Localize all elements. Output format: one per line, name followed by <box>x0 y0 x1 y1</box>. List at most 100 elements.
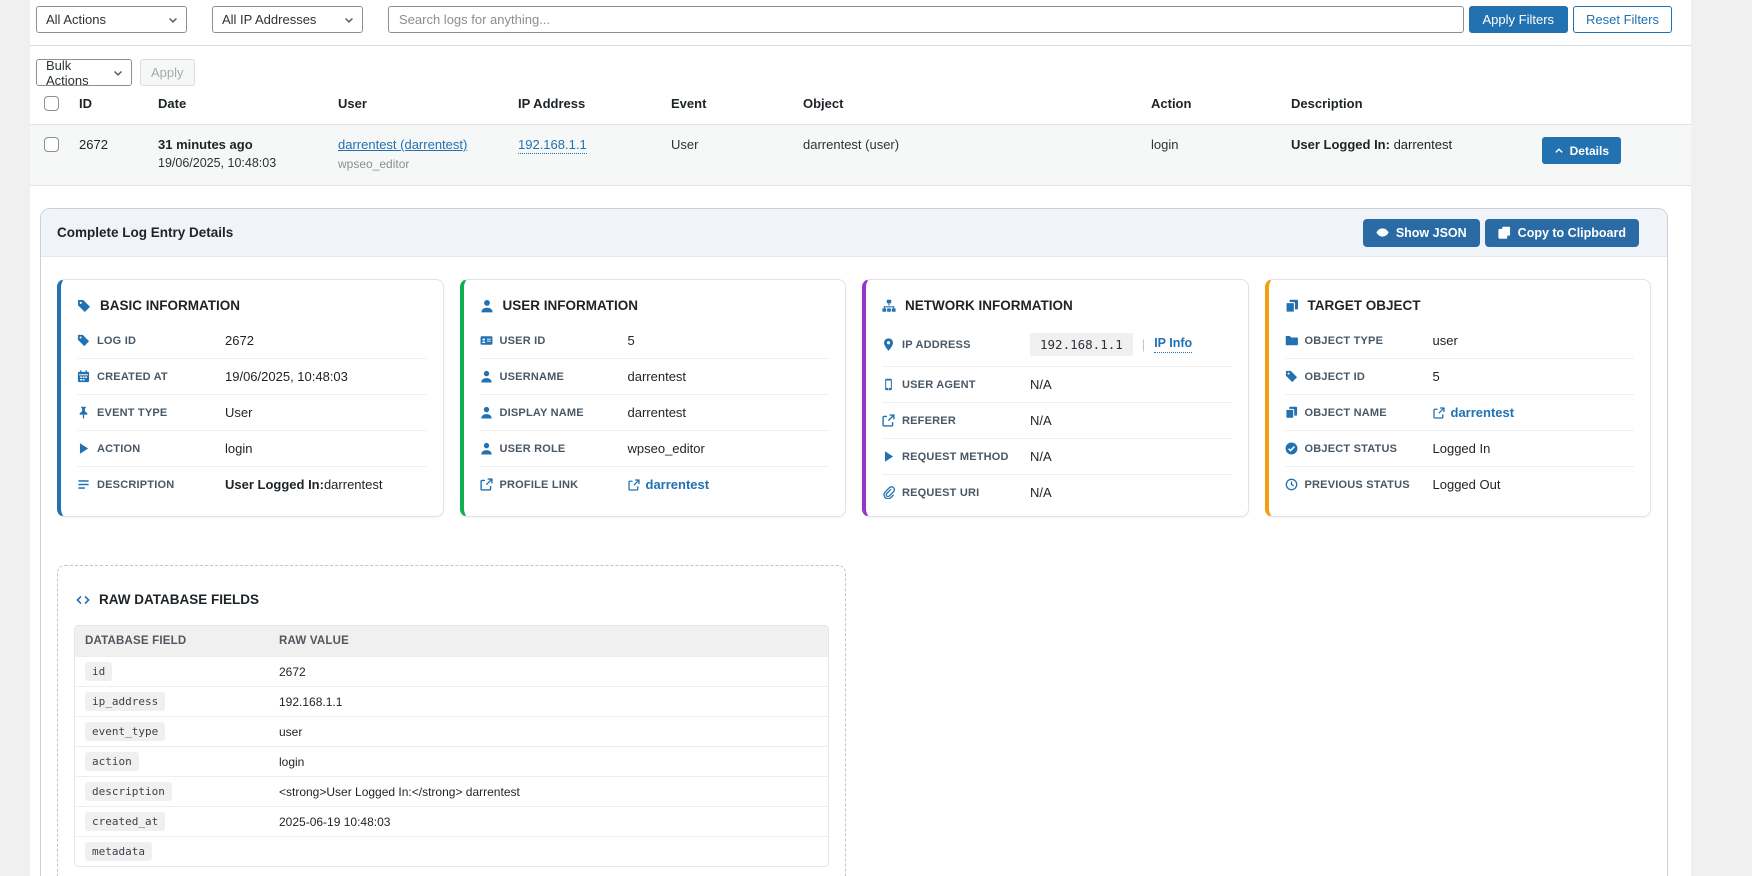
field-label: IP ADDRESS <box>882 338 1030 351</box>
field-label: USER ROLE <box>480 442 628 455</box>
field-value: User <box>225 405 252 420</box>
user-link[interactable]: darrentest (darrentest) <box>338 137 467 152</box>
raw-table-header: DATABASE FIELD RAW VALUE <box>75 626 828 656</box>
user-role: wpseo_editor <box>338 157 518 171</box>
calendar-icon <box>77 370 90 383</box>
log-row: 2672 31 minutes ago 19/06/2025, 10:48:03… <box>30 125 1691 186</box>
external-link-icon <box>480 478 493 491</box>
info-cards-grid: BASIC INFORMATIONLOG ID2672CREATED AT19/… <box>57 279 1651 517</box>
raw-field-name: created_at <box>75 808 279 835</box>
field-label: LOG ID <box>77 334 225 347</box>
card-row-profile-link: PROFILE LINKdarrentest <box>480 466 830 502</box>
raw-field-value: <strong>User Logged In:</strong> darrent… <box>279 785 828 799</box>
card-row-object-id: OBJECT ID5 <box>1285 358 1635 394</box>
history-icon <box>1285 478 1298 491</box>
date-full: 19/06/2025, 10:48:03 <box>158 156 338 170</box>
field-label: EVENT TYPE <box>77 406 225 419</box>
field-value: user <box>1433 333 1458 348</box>
column-header-user: User <box>338 96 518 111</box>
raw-fields-table: DATABASE FIELD RAW VALUE id2672ip_addres… <box>74 625 829 867</box>
raw-field-value: login <box>279 755 828 769</box>
map-pin-icon <box>882 338 895 351</box>
check-circle-icon <box>1285 442 1298 455</box>
raw-field-name: ip_address <box>75 688 279 715</box>
column-header-description: Description <box>1291 96 1531 111</box>
chevron-down-icon <box>167 14 179 26</box>
copy-to-clipboard-button[interactable]: Copy to Clipboard <box>1485 219 1639 247</box>
event-cell: User <box>671 137 803 152</box>
field-name-chip: description <box>85 782 172 801</box>
actions-filter-select[interactable]: All Actions <box>36 6 187 33</box>
select-all-checkbox[interactable] <box>44 96 59 111</box>
id-card-icon <box>480 334 493 347</box>
reset-filters-button[interactable]: Reset Filters <box>1573 6 1672 33</box>
card-title-text: NETWORK INFORMATION <box>905 298 1073 313</box>
ip-info-link[interactable]: IP Info <box>1154 336 1192 353</box>
log-id-cell: 2672 <box>79 137 158 152</box>
actions-filter-value: All Actions <box>46 12 106 27</box>
raw-field-value: 2025-06-19 10:48:03 <box>279 815 828 829</box>
tag-icon <box>77 299 91 313</box>
show-json-button[interactable]: Show JSON <box>1363 219 1480 247</box>
field-label: DESCRIPTION <box>77 478 225 491</box>
bulk-actions-select[interactable]: Bulk Actions <box>36 59 132 86</box>
sitemap-icon <box>882 299 896 313</box>
details-panel-actions: Show JSON Copy to Clipboard <box>1363 219 1639 247</box>
bulk-actions-value: Bulk Actions <box>46 58 112 88</box>
raw-row-event-type: event_typeuser <box>75 716 828 746</box>
pin-icon <box>77 406 90 419</box>
field-link[interactable]: darrentest <box>1433 405 1515 420</box>
chevron-down-icon <box>112 67 124 79</box>
ip-link[interactable]: 192.168.1.1 <box>518 137 587 154</box>
field-value: Logged In <box>1433 441 1491 456</box>
copy-icon <box>1285 299 1299 313</box>
raw-row-ip-address: ip_address192.168.1.1 <box>75 686 828 716</box>
card-row-event-type: EVENT TYPEUser <box>77 394 427 430</box>
card-row-display-name: DISPLAY NAMEdarrentest <box>480 394 830 430</box>
apply-filters-button[interactable]: Apply Filters <box>1469 6 1569 33</box>
info-card-user-information: USER INFORMATIONUSER ID5USERNAMEdarrente… <box>460 279 847 517</box>
raw-field-value: 192.168.1.1 <box>279 695 828 709</box>
mobile-icon <box>882 378 895 391</box>
field-label: REQUEST URI <box>882 486 1030 499</box>
raw-field-name: action <box>75 748 279 775</box>
field-value: login <box>225 441 252 456</box>
copy-icon <box>1498 226 1511 239</box>
search-input[interactable] <box>388 6 1464 33</box>
raw-row-action: action login <box>75 746 828 776</box>
details-panel-body: BASIC INFORMATIONLOG ID2672CREATED AT19/… <box>41 257 1667 876</box>
field-value: Logged Out <box>1433 477 1501 492</box>
field-label: ACTION <box>77 442 225 455</box>
field-value: darrentest <box>628 477 710 492</box>
info-card-basic-information: BASIC INFORMATIONLOG ID2672CREATED AT19/… <box>57 279 444 517</box>
raw-field-name: metadata <box>75 838 279 865</box>
log-table-header: ID Date User IP Address Event Object Act… <box>30 90 1691 125</box>
field-value: N/A <box>1030 449 1052 464</box>
field-value: N/A <box>1030 485 1052 500</box>
user-icon <box>480 406 493 419</box>
user-icon <box>480 370 493 383</box>
field-value: N/A <box>1030 377 1052 392</box>
row-checkbox[interactable] <box>44 137 59 152</box>
field-label: DISPLAY NAME <box>480 406 628 419</box>
field-link[interactable]: darrentest <box>628 477 710 492</box>
field-name-chip: action <box>85 752 139 771</box>
card-row-user-role: USER ROLEwpseo_editor <box>480 430 830 466</box>
raw-field-value: 2672 <box>279 665 828 679</box>
external-link-icon <box>882 414 895 427</box>
ip-filter-select[interactable]: All IP Addresses <box>212 6 363 33</box>
field-value: 5 <box>628 333 635 348</box>
details-toggle-button[interactable]: Details <box>1542 137 1621 164</box>
column-header-object: Object <box>803 96 1151 111</box>
tag-icon <box>1285 370 1298 383</box>
play-icon <box>882 450 895 463</box>
chevron-down-icon <box>343 14 355 26</box>
raw-row-created-at: created_at2025-06-19 10:48:03 <box>75 806 828 836</box>
card-row-log-id: LOG ID2672 <box>77 323 427 358</box>
ip-filter-value: All IP Addresses <box>222 12 316 27</box>
card-row-action: ACTIONlogin <box>77 430 427 466</box>
external-link-icon <box>1433 407 1445 419</box>
user-icon <box>480 442 493 455</box>
field-label: PROFILE LINK <box>480 478 628 491</box>
bulk-apply-button[interactable]: Apply <box>140 59 195 86</box>
